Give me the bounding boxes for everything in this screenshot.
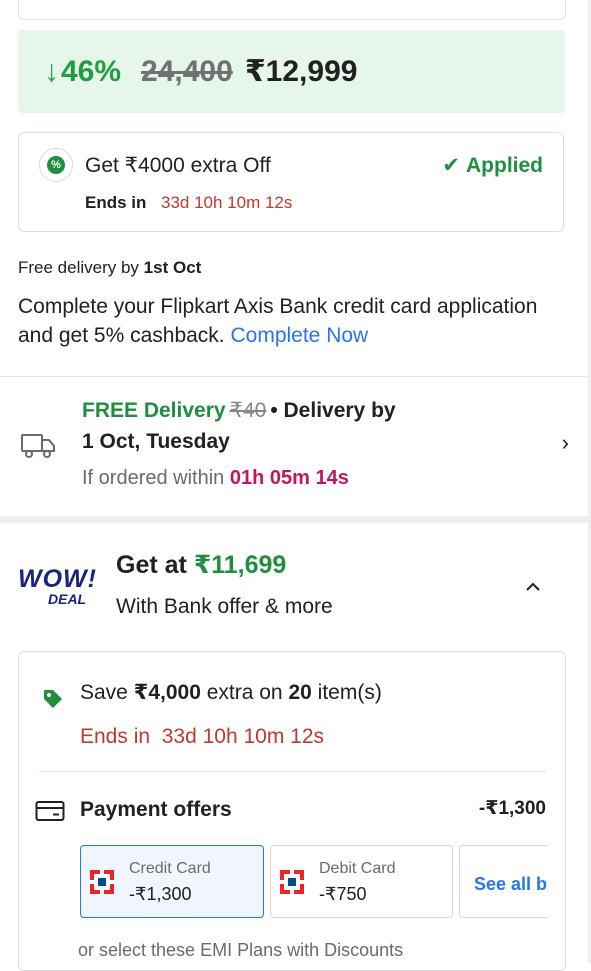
- payment-offers-amount: -₹1,300: [478, 798, 546, 819]
- price-banner: ↓ 46% 24,400 ₹12,999: [18, 30, 565, 113]
- wow-deal-price: Get at ₹11,699: [116, 551, 287, 579]
- hdfc-bank-logo-icon: [90, 870, 114, 894]
- divider: [0, 376, 591, 377]
- option-value: -₹1,300: [129, 884, 192, 904]
- section-divider: [0, 516, 591, 523]
- credit-card-icon: [35, 801, 65, 821]
- delivery-date: 1 Oct, Tuesday: [82, 430, 230, 453]
- option-name: Debit Card: [319, 860, 396, 877]
- applied-status: ✔ Applied: [442, 154, 543, 177]
- wow-deal-logo: WOW! DEAL: [18, 565, 97, 607]
- tag-icon: [44, 690, 62, 708]
- debit-card-option[interactable]: Debit Card -₹750: [270, 845, 453, 918]
- axis-bank-offer: Complete your Flipkart Axis Bank credit …: [18, 295, 538, 347]
- credit-card-option[interactable]: Credit Card -₹1,300: [80, 845, 264, 918]
- ends-in-timer: 33d 10h 10m 12s: [161, 193, 293, 212]
- delivery-countdown: If ordered within 01h 05m 14s: [82, 467, 349, 489]
- emi-plans-text: or select these EMI Plans with Discounts: [78, 940, 404, 960]
- see-all-label: See all b: [474, 874, 547, 894]
- bulk-offer-timer: Ends in 33d 10h 10m 12s: [80, 725, 325, 748]
- extra-off-card[interactable]: % Get ₹4000 extra Off ✔ Applied Ends in 3…: [18, 132, 564, 232]
- chevron-up-icon[interactable]: [525, 582, 541, 592]
- divider: [39, 771, 546, 772]
- offer-coin-icon: %: [39, 148, 73, 182]
- see-all-banks-button[interactable]: See all b: [459, 845, 547, 918]
- bulk-save-offer: Save ₹4,000 extra on 20 item(s): [80, 681, 382, 704]
- hdfc-bank-logo-icon: [280, 870, 304, 894]
- down-arrow-icon: ↓: [44, 54, 59, 88]
- ends-in-label: Ends in: [85, 193, 147, 212]
- selling-price: ₹12,999: [244, 55, 358, 88]
- payment-offers-label: Payment offers: [80, 798, 232, 821]
- free-delivery-date: Free delivery by 1st Oct: [18, 258, 202, 277]
- check-icon: ✔: [442, 154, 460, 177]
- extra-off-title: Get ₹4000 extra Off: [85, 154, 271, 177]
- wow-deal-subtitle: With Bank offer & more: [116, 595, 333, 618]
- option-value: -₹750: [319, 884, 367, 904]
- delivery-summary: FREE Delivery ₹40 • Delivery by: [82, 399, 396, 422]
- discount-percent: 46%: [61, 54, 122, 88]
- complete-now-link[interactable]: Complete Now: [230, 324, 368, 347]
- mrp-price: 24,400: [141, 54, 233, 88]
- option-name: Credit Card: [129, 860, 211, 877]
- chevron-right-icon[interactable]: ›: [562, 430, 569, 456]
- previous-card-edge: [18, 0, 566, 20]
- truck-icon: [21, 434, 55, 458]
